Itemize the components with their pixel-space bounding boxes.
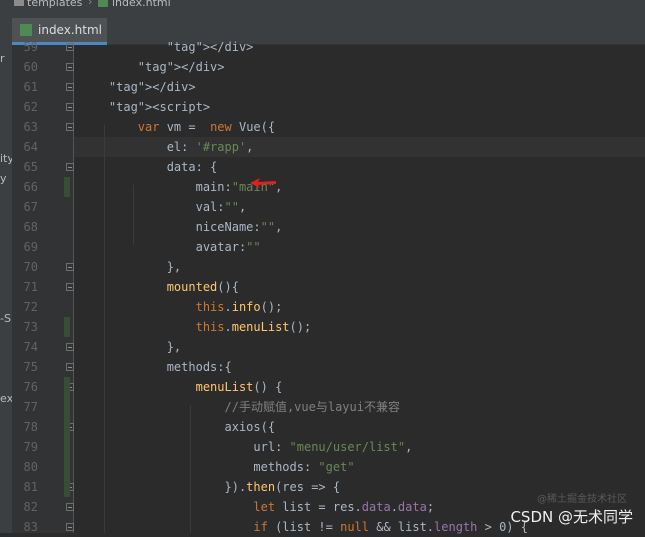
line-number: 78 [23,420,38,434]
fold-toggle[interactable] [66,283,74,291]
code-line: if (list != null && list.length > 0) { [253,520,528,534]
code-line: var vm = new Vue({ [137,120,276,134]
fold-toggle[interactable] [66,343,74,351]
code-line: methods:{ [80,360,232,374]
line-number: 73 [23,320,38,334]
code-line: "tag"></div> [137,60,225,74]
line-number: 83 [23,520,38,534]
code-line: "tag"></div> [166,40,254,54]
line-number: 76 [23,380,38,394]
line-number: 71 [23,280,38,294]
fold-toggle[interactable] [66,103,74,111]
line-number: 61 [23,80,38,94]
line-number: 69 [23,240,38,254]
code-line: }, [80,340,182,354]
folder-icon [14,0,24,6]
code-line: this.menuList(); [195,320,312,334]
red-arrow-annotation [250,178,276,188]
line-number: 65 [23,160,38,174]
fold-toggle[interactable] [66,83,74,91]
line-number: 74 [23,340,38,354]
breadcrumb: templates › index.html [0,0,645,12]
code-line: let list = res.data.data; [253,500,435,514]
line-number: 60 [23,60,38,74]
line-number: 72 [23,300,38,314]
code-line: mounted(){ [166,280,239,294]
vcs-change-marker [64,377,70,497]
code-line: el: '#rapp', [80,140,254,154]
code-line: this.info(); [195,300,283,314]
vcs-change-marker [64,317,70,337]
watermark-csdn: CSDN @无术同学 [510,508,633,526]
code-line: data: { [80,160,218,174]
code-line: avatar:"" [80,240,261,254]
code-line: }, [80,260,182,274]
strip-text: r [0,52,5,65]
fold-toggle[interactable] [66,523,74,531]
strip-text: y [0,172,7,185]
breadcrumb-folder[interactable]: templates [14,0,82,8]
fold-toggle[interactable] [66,123,74,131]
fold-toggle[interactable] [66,163,74,171]
code-line: }).then(res => { [80,480,341,494]
line-number: 62 [23,100,38,114]
watermark-faint: @稀土掘金技术社区 [537,494,627,505]
line-number: 82 [23,500,38,514]
line-number: 64 [23,140,38,154]
code-line: niceName:"", [80,220,283,234]
line-number: 79 [23,440,38,454]
line-number: 59 [23,40,38,54]
code-line: //手动赋值,vue与layui不兼容 [224,400,400,414]
line-number: 68 [23,220,38,234]
breadcrumb-separator: › [88,0,93,8]
line-number: 70 [23,260,38,274]
line-number: 77 [23,400,38,414]
line-number: 63 [23,120,38,134]
breadcrumb-file[interactable]: index.html [98,0,171,8]
code-line: url: "menu/user/list", [80,440,413,454]
code-line: axios({ [80,420,276,434]
code-line: "tag"></div> [108,80,196,94]
fold-toggle[interactable] [66,503,74,511]
html-file-icon [98,0,108,7]
line-number: 75 [23,360,38,374]
line-number: 66 [23,180,38,194]
line-number: 81 [23,480,38,494]
code-line: menuList() { [195,380,283,394]
fold-toggle[interactable] [66,63,74,71]
html-file-icon [20,23,32,36]
code-line: methods: "get" [80,460,355,474]
code-line: "tag"><script> [108,100,211,114]
line-number: 80 [23,460,38,474]
fold-toggle[interactable] [66,263,74,271]
fold-toggle[interactable] [66,43,74,51]
line-number: 67 [23,200,38,214]
strip-text: -S [0,312,11,325]
fold-toggle[interactable] [66,363,74,371]
code-line: val:"", [80,200,247,214]
vcs-change-marker [64,177,70,197]
